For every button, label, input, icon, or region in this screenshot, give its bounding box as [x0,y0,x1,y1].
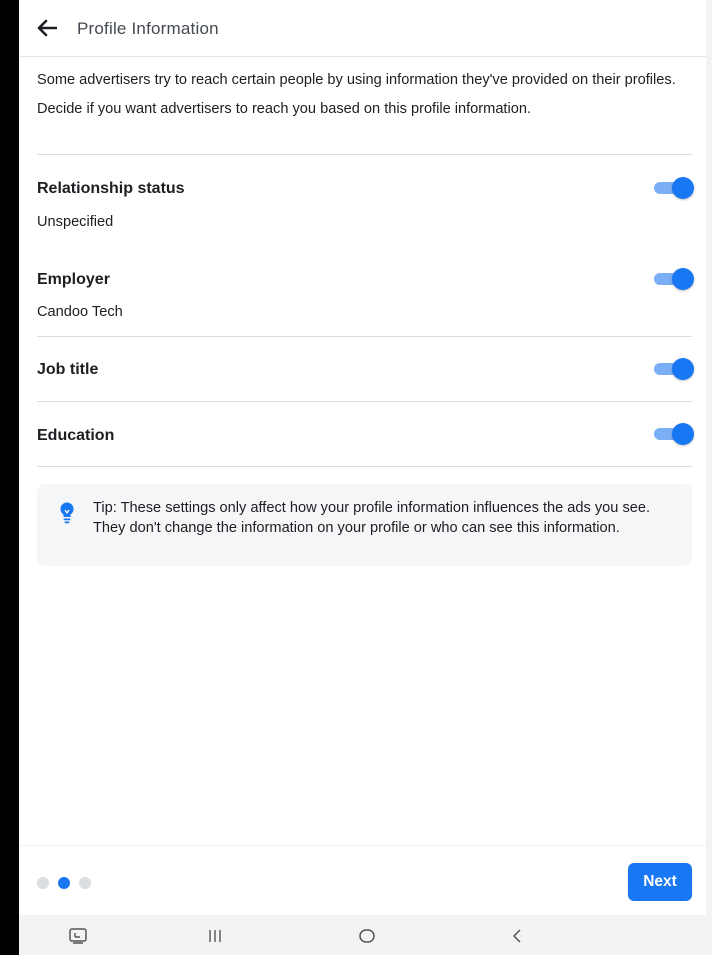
recent-apps-icon [69,928,87,944]
tip-box: Tip: These settings only affect how your… [37,484,692,566]
menu-button[interactable] [204,925,226,947]
chevron-left-icon [512,929,521,943]
setting-title-relationship-status: Relationship status [37,180,185,197]
toggle-job-title[interactable] [654,358,694,380]
toggle-relationship-status[interactable] [654,177,694,199]
toggle-knob [672,358,694,380]
system-back-button[interactable] [507,925,529,947]
setting-title-job-title: Job title [37,361,99,378]
intro-text: Some advertisers try to reach certain pe… [37,70,677,119]
device-edge [706,0,712,955]
back-button[interactable] [36,17,58,39]
intro-paragraph-2: Decide if you want advertisers to reach … [37,101,532,117]
setting-value-employer: Candoo Tech [37,304,123,320]
setting-title-education: Education [37,427,115,444]
divider [37,466,692,467]
step-dot-1 [37,877,49,889]
app-header: Profile Information [19,0,706,57]
toggle-knob [672,177,694,199]
system-nav-bar [19,915,706,955]
divider [37,401,692,402]
tip-text: Tip: These settings only affect how your… [93,500,651,536]
home-button[interactable] [356,925,378,947]
step-indicator [37,877,91,889]
next-button[interactable]: Next [628,863,692,901]
step-dot-3 [79,877,91,889]
arrow-left-icon [37,19,57,37]
intro-paragraph-1: Some advertisers try to reach certain pe… [37,72,676,88]
home-circle-icon [359,929,375,943]
toggle-education[interactable] [654,423,694,445]
toggle-knob [672,268,694,290]
page-title: Profile Information [77,19,219,38]
three-bars-icon [209,930,221,942]
setting-title-employer: Employer [37,271,110,288]
divider [37,336,692,337]
screen: Profile Information Some advertisers try… [19,0,706,955]
toggle-knob [672,423,694,445]
device-frame: Profile Information Some advertisers try… [0,0,712,955]
setting-value-relationship-status: Unspecified [37,214,114,230]
footer-bar: Next [19,845,706,915]
recent-apps-button[interactable] [67,925,89,947]
lightbulb-icon [60,502,74,524]
divider [37,154,692,155]
toggle-employer[interactable] [654,268,694,290]
step-dot-2 [58,877,70,889]
